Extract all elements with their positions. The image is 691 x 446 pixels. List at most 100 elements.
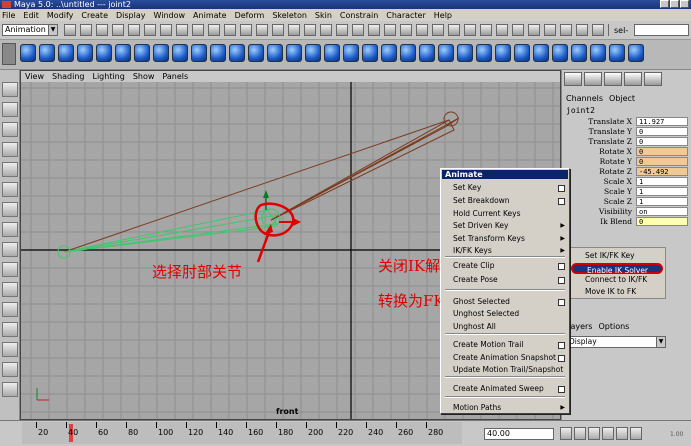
channel-label[interactable]: Scale Y: [604, 187, 632, 197]
option-box-icon[interactable]: [558, 277, 565, 284]
channel-value-field[interactable]: 1: [636, 197, 688, 206]
status-tool-icon[interactable]: [256, 24, 268, 36]
shelf-tool-icon[interactable]: [267, 44, 283, 62]
step-forward-icon[interactable]: [616, 427, 628, 440]
menu-create[interactable]: Create: [81, 11, 108, 20]
menu-item-hold-current-keys[interactable]: Hold Current Keys: [453, 209, 521, 219]
channel-label[interactable]: Rotate X: [599, 147, 632, 157]
layout-graph-icon[interactable]: [2, 322, 18, 337]
shelf-tool-icon[interactable]: [172, 44, 188, 62]
status-tool-icon[interactable]: [592, 24, 604, 36]
status-tool-icon[interactable]: [128, 24, 140, 36]
shelf-tool-icon[interactable]: [343, 44, 359, 62]
shelf-tool-icon[interactable]: [305, 44, 321, 62]
channel-label[interactable]: Translate Y: [589, 127, 632, 137]
layout-four-icon[interactable]: [584, 72, 602, 86]
channel-label[interactable]: Rotate Y: [600, 157, 632, 167]
layout-single-pane-icon[interactable]: [2, 222, 18, 237]
rewind-icon[interactable]: [560, 427, 572, 440]
status-tool-icon[interactable]: [304, 24, 316, 36]
menu-deform[interactable]: Deform: [235, 11, 265, 20]
channel-label[interactable]: Ik Blend: [600, 217, 632, 227]
status-tool-icon[interactable]: [464, 24, 476, 36]
shelf-tool-icon[interactable]: [77, 44, 93, 62]
channel-label[interactable]: Rotate Z: [599, 167, 632, 177]
menu-item-unghost-selected[interactable]: Unghost Selected: [453, 309, 519, 319]
menu-item-set-breakdown[interactable]: Set Breakdown: [453, 196, 510, 206]
layout-single-icon[interactable]: [564, 72, 582, 86]
status-tool-icon[interactable]: [288, 24, 300, 36]
status-tool-icon[interactable]: [512, 24, 524, 36]
channel-value-field[interactable]: 0: [636, 127, 688, 136]
shelf-tool-icon[interactable]: [115, 44, 131, 62]
shelf-tool-icon[interactable]: [39, 44, 55, 62]
minimize-icon[interactable]: [660, 0, 669, 8]
status-tool-icon[interactable]: [560, 24, 572, 36]
manipulator-tool-icon[interactable]: [2, 182, 18, 197]
layout-outliner-icon[interactable]: [624, 72, 642, 86]
layout-stack-pane-icon[interactable]: [2, 282, 18, 297]
menu-item-set-driven-key[interactable]: Set Driven Key: [453, 221, 508, 231]
maximize-icon[interactable]: [670, 0, 679, 8]
status-tool-icon[interactable]: [64, 24, 76, 36]
menu-item-update-motion-trail-snapshot[interactable]: Update Motion Trail/Snapshot: [453, 365, 563, 375]
status-tool-icon[interactable]: [496, 24, 508, 36]
channel-label[interactable]: Translate Z: [588, 137, 632, 147]
shelf-tool-icon[interactable]: [552, 44, 568, 62]
channel-value-field[interactable]: 0: [636, 157, 688, 166]
status-tool-icon[interactable]: [448, 24, 460, 36]
shelf-tool-icon[interactable]: [590, 44, 606, 62]
option-box-icon[interactable]: [558, 185, 565, 192]
status-tool-icon[interactable]: [112, 24, 124, 36]
layout-persp-icon[interactable]: [2, 362, 18, 377]
channel-value-field[interactable]: 0: [636, 217, 688, 226]
status-tool-icon[interactable]: [400, 24, 412, 36]
shelf-tool-icon[interactable]: [153, 44, 169, 62]
channel-value-field[interactable]: on: [636, 207, 688, 216]
status-tool-icon[interactable]: [176, 24, 188, 36]
option-box-icon[interactable]: [558, 198, 565, 205]
selection-input[interactable]: [634, 24, 689, 36]
shelf-tool-icon[interactable]: [20, 44, 36, 62]
menu-item-unghost-all[interactable]: Unghost All: [453, 322, 496, 332]
status-tool-icon[interactable]: [384, 24, 396, 36]
status-tool-icon[interactable]: [208, 24, 220, 36]
shelf-tool-icon[interactable]: [571, 44, 587, 62]
shelf-tool-icon[interactable]: [438, 44, 454, 62]
shelf-tool-icon[interactable]: [381, 44, 397, 62]
shelf-tool-icon[interactable]: [362, 44, 378, 62]
menu-skeleton[interactable]: Skeleton: [272, 11, 307, 20]
channel-value-field[interactable]: 1: [636, 177, 688, 186]
status-tool-icon[interactable]: [608, 24, 609, 36]
layout-four-pane-icon[interactable]: [2, 242, 18, 257]
shelf-tool-icon[interactable]: [191, 44, 207, 62]
channel-value-field[interactable]: 11.927: [636, 117, 688, 126]
submenu-item-enable-ik-solver[interactable]: Enable IK Solver: [571, 263, 663, 275]
menu-item-set-key[interactable]: Set Key: [453, 183, 481, 193]
menu-item-create-pose[interactable]: Create Pose: [453, 275, 498, 285]
select-tool-icon[interactable]: [2, 82, 18, 97]
status-tool-icon[interactable]: [224, 24, 236, 36]
status-tool-icon[interactable]: [368, 24, 380, 36]
status-tool-icon[interactable]: [144, 24, 156, 36]
shelf-tool-icon[interactable]: [58, 44, 74, 62]
menu-item-motion-paths[interactable]: Motion Paths: [453, 403, 501, 413]
status-tool-icon[interactable]: [240, 24, 252, 36]
step-back-icon[interactable]: [574, 427, 586, 440]
menu-modify[interactable]: Modify: [47, 11, 74, 20]
move-tool-icon[interactable]: [2, 122, 18, 137]
layout-hypergraph-icon[interactable]: [2, 342, 18, 357]
status-tool-icon[interactable]: [416, 24, 428, 36]
status-tool-icon[interactable]: [272, 24, 284, 36]
menu-character[interactable]: Character: [386, 11, 426, 20]
menu-item-create-animation-snapshot[interactable]: Create Animation Snapshot: [453, 353, 556, 363]
status-tool-icon[interactable]: [528, 24, 540, 36]
layer-display-select[interactable]: Display ▼: [566, 336, 666, 348]
layout-graph-icon[interactable]: [644, 72, 662, 86]
menu-edit[interactable]: Edit: [23, 11, 39, 20]
viewport-menu-panels[interactable]: Panels: [162, 72, 188, 81]
tab-channels[interactable]: Channels: [566, 94, 603, 103]
option-box-icon[interactable]: [558, 355, 565, 362]
status-tool-icon[interactable]: [480, 24, 492, 36]
time-slider-track[interactable]: 20 40 60 80 100 120 140 160 180 200 220 240 260 280: [22, 422, 462, 444]
